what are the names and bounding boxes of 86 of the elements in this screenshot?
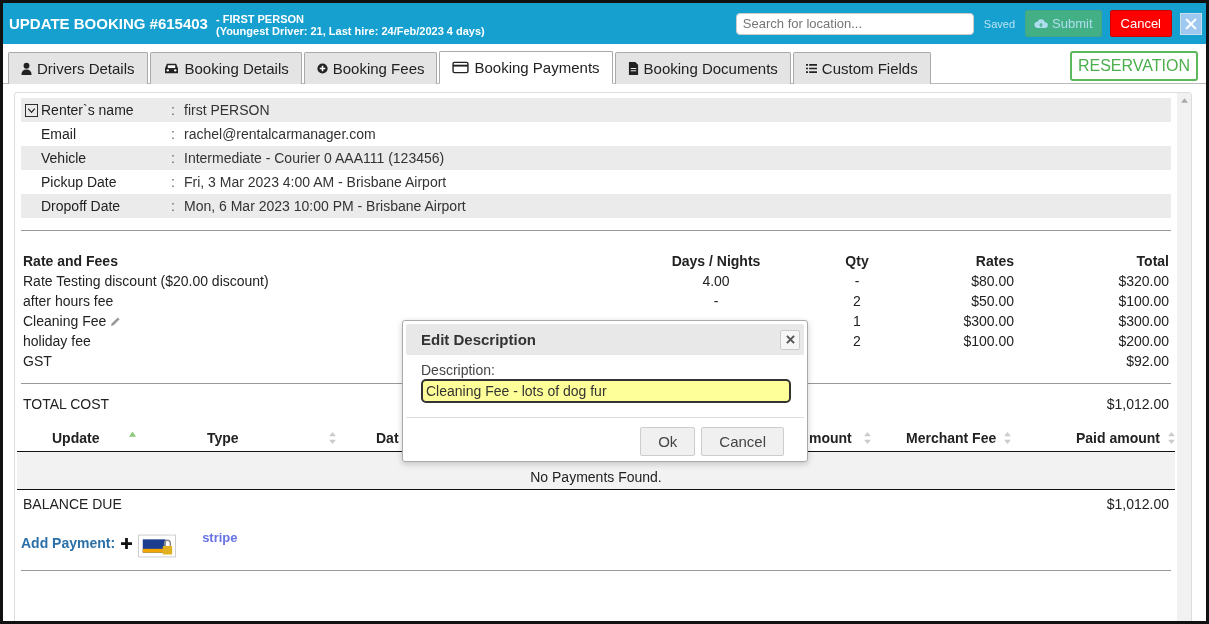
column-header[interactable]: mount [809, 430, 852, 446]
field-value: Mon, 6 Mar 2023 10:00 PM - Brisbane Airport [184, 198, 466, 214]
separator: : [171, 150, 176, 166]
column-header: Days / Nights [671, 253, 761, 269]
table-cell: $80.00 [971, 273, 1014, 289]
table-cell: GST [23, 353, 52, 369]
credit-card-icon[interactable] [452, 61, 470, 74]
total-label: TOTAL COST [23, 396, 110, 412]
table-cell: $50.00 [971, 293, 1014, 309]
pencil-icon[interactable] [110, 315, 122, 327]
tab[interactable]: Drivers Details [8, 52, 148, 84]
table-cell: $320.00 [1118, 273, 1169, 289]
renter-subtitle: - FIRST PERSON [215, 12, 305, 25]
plus-icon[interactable] [121, 537, 133, 549]
column-header: Rates [975, 253, 1014, 269]
window-title: UPDATE BOOKING #615403 [9, 15, 208, 32]
document-icon[interactable] [627, 62, 639, 75]
balance-value: $1,012.00 [1106, 496, 1169, 512]
column-header: Total [1136, 253, 1169, 269]
column-header[interactable]: Dat [376, 430, 399, 446]
field-label: Renter`s name [41, 102, 135, 118]
table-cell: holiday fee [23, 333, 91, 349]
separator: : [171, 102, 176, 118]
field-value: Intermediate - Courier 0 AAA111 (123456) [184, 150, 445, 166]
column-header: Rate and Fees [23, 253, 118, 269]
table-cell: - [713, 293, 719, 309]
table-cell: Rate Testing discount ($20.00 discount) [23, 273, 269, 289]
column-header: Qty [845, 253, 869, 269]
table-cell: after hours fee [23, 293, 114, 309]
column-header[interactable]: Paid amount [1076, 430, 1160, 446]
separator: : [171, 126, 176, 142]
separator: : [171, 174, 176, 190]
field-value: Fri, 3 Mar 2023 4:00 AM - Brisbane Airport [184, 174, 447, 190]
table-cell: $100.00 [963, 333, 1014, 349]
table-cell: - [854, 273, 860, 289]
car-icon[interactable] [162, 62, 180, 75]
scrollbar[interactable] [1177, 93, 1191, 621]
table-cell: $300.00 [1118, 313, 1169, 329]
separator: : [171, 198, 176, 214]
table-cell: $300.00 [963, 313, 1014, 329]
description-field[interactable]: Cleaning Fee - lots of dog fur [421, 379, 791, 403]
field-label: Pickup Date [41, 174, 118, 190]
plus-circle-icon[interactable] [316, 62, 328, 75]
column-header[interactable]: Update [52, 430, 100, 446]
field-value: first PERSON [184, 102, 270, 118]
tab[interactable]: Custom Fields [792, 52, 931, 84]
table-cell: 2 [853, 293, 861, 309]
total-value: $1,012.00 [1106, 396, 1169, 412]
field-label: Dropoff Date [41, 198, 122, 214]
table-cell: 1 [853, 313, 861, 329]
column-header[interactable]: Merchant Fee [906, 430, 997, 446]
close-icon[interactable] [785, 335, 795, 344]
field-value: rachel@rentalcarmanager.com [184, 126, 376, 142]
close-button[interactable] [1180, 12, 1202, 35]
driver-details: (Youngest Driver: 21, Last hire: 24/Feb/2023 4 days) [215, 24, 485, 37]
tab[interactable]: Booking Details [149, 52, 302, 84]
table-cell: 2 [853, 333, 861, 349]
add-payment-link[interactable]: Add Payment: [21, 535, 116, 551]
table-cell: $100.00 [1118, 293, 1169, 309]
dialog-title: Edit Description [421, 331, 536, 348]
reservation-badge: RESERVATION [1069, 50, 1198, 81]
close-button[interactable] [780, 329, 800, 350]
stripe-link[interactable]: stripe [202, 529, 238, 545]
credit-card-lock-icon[interactable] [138, 534, 177, 558]
tab[interactable]: Booking Payments [439, 51, 613, 84]
tab[interactable]: Booking Documents [614, 52, 791, 84]
collapse-icon[interactable] [24, 103, 38, 117]
search-field[interactable]: Search for location... [735, 12, 974, 35]
field-label: Description: [421, 362, 496, 378]
save-status: Saved [983, 17, 1016, 30]
person-icon[interactable] [21, 62, 32, 75]
tab[interactable]: Booking Fees [303, 52, 438, 84]
field-label: Vehicle [41, 150, 88, 166]
cloud-upload-icon [1034, 18, 1049, 29]
empty-message: No Payments Found. [530, 469, 662, 485]
cancel-button[interactable]: Cancel [701, 427, 784, 456]
table-cell: Cleaning Fee [23, 313, 107, 329]
ok-button[interactable]: Ok [640, 427, 696, 456]
list-icon[interactable] [805, 62, 817, 75]
cancel-button[interactable]: Cancel [1109, 10, 1172, 37]
field-label: Email [41, 126, 77, 142]
table-cell: 4.00 [702, 273, 730, 289]
column-header[interactable]: Type [207, 430, 239, 446]
balance-label: BALANCE DUE [23, 496, 122, 512]
table-cell: $92.00 [1126, 353, 1169, 369]
table-cell: $200.00 [1118, 333, 1169, 349]
